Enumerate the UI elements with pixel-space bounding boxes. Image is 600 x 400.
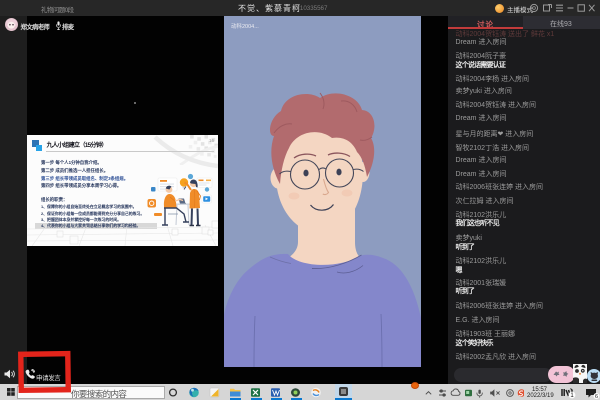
svg-text:6: 6 [595,394,598,399]
